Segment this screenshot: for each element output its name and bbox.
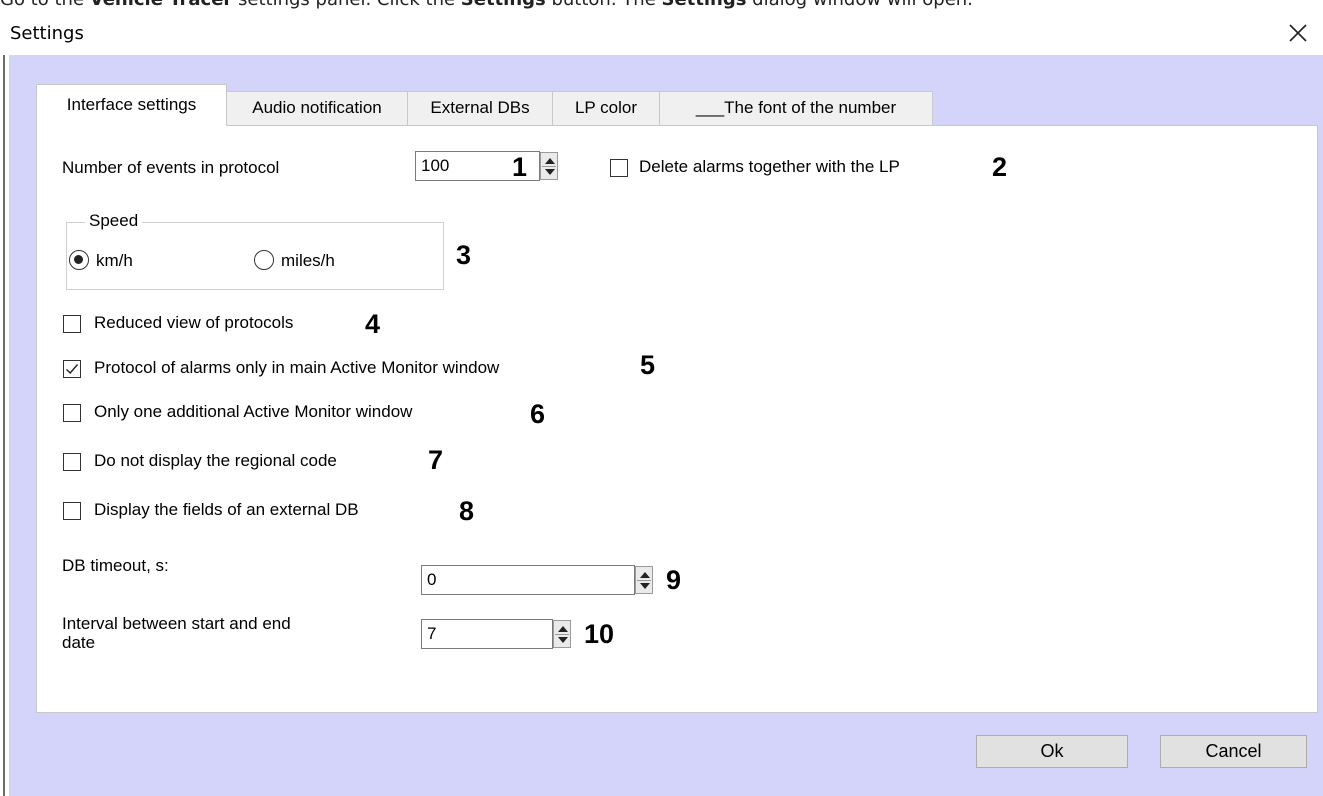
interval-input[interactable]: 7 (421, 619, 553, 649)
window-left-edge (0, 55, 9, 796)
cancel-button[interactable]: Cancel (1160, 735, 1307, 768)
interval-label-line1: Interval between start and end (62, 614, 291, 633)
db-timeout-label: DB timeout, s: (62, 556, 169, 575)
instruction-text: Go to the Vehicle Tracer settings panel.… (0, 0, 1323, 9)
callout-1: 1 (512, 152, 528, 182)
reduced-view-checkbox[interactable] (63, 315, 81, 333)
interval-stepper[interactable] (553, 620, 571, 648)
tab-audio-notification[interactable]: Audio notification (226, 91, 408, 125)
db-timeout-stepper[interactable] (635, 566, 653, 594)
speed-miles-radio[interactable] (254, 250, 274, 270)
protocol-alarms-checkbox[interactable] (63, 360, 81, 378)
delete-alarms-label: Delete alarms together with the LP (639, 157, 900, 176)
check-icon (66, 364, 79, 375)
callout-2: 2 (992, 152, 1008, 182)
speed-group-title: Speed (85, 211, 143, 231)
callout-8: 8 (459, 496, 475, 526)
regional-code-checkbox[interactable] (63, 453, 81, 471)
callout-6: 6 (530, 399, 546, 429)
callout-7: 7 (428, 445, 444, 475)
protocol-alarms-label: Protocol of alarms only in main Active M… (94, 358, 500, 377)
tab-number-font[interactable]: ___The font of the number (659, 91, 933, 125)
callout-5: 5 (640, 350, 656, 380)
ok-button[interactable]: Ok (976, 735, 1128, 768)
regional-code-label: Do not display the regional code (94, 451, 337, 470)
db-timeout-input[interactable]: 0 (421, 565, 635, 595)
tab-lp-color[interactable]: LP color (552, 91, 660, 125)
speed-kmh-radio[interactable] (69, 250, 89, 270)
title-bar: Settings (0, 9, 1323, 55)
callout-10: 10 (584, 619, 615, 649)
callout-4: 4 (365, 309, 381, 339)
delete-alarms-checkbox[interactable] (610, 159, 628, 177)
external-db-checkbox[interactable] (63, 502, 81, 520)
tab-external-dbs[interactable]: External DBs (407, 91, 553, 125)
one-monitor-label: Only one additional Active Monitor windo… (94, 402, 413, 421)
speed-miles-label: miles/h (281, 251, 335, 270)
tab-interface-settings[interactable]: Interface settings (36, 84, 227, 126)
events-count-stepper[interactable] (540, 152, 558, 180)
interval-label-line2: date (62, 633, 96, 652)
close-icon[interactable] (1280, 15, 1316, 51)
callout-3: 3 (456, 240, 472, 270)
reduced-view-label: Reduced view of protocols (94, 313, 294, 332)
events-count-label: Number of events in protocol (62, 158, 280, 177)
one-monitor-checkbox[interactable] (63, 404, 81, 422)
callout-9: 9 (666, 565, 682, 595)
external-db-label: Display the fields of an external DB (94, 500, 359, 519)
window-title: Settings (10, 23, 84, 44)
speed-kmh-label: km/h (96, 251, 133, 270)
